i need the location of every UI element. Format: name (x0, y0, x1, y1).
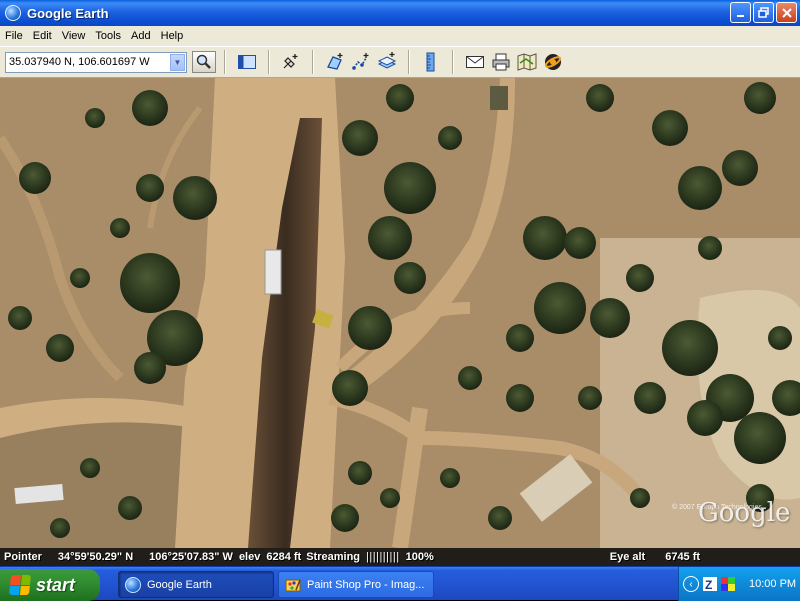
color-tray-icon[interactable] (721, 577, 735, 591)
menu-view[interactable]: View (57, 30, 91, 42)
ruler-icon (426, 52, 435, 72)
taskbar-google-earth-label: Google Earth (147, 578, 212, 591)
toolbar-separator (268, 50, 270, 74)
menu-tools[interactable]: Tools (90, 30, 126, 42)
status-bar: Pointer 34°59'50.29" N 106°25'07.83" W e… (0, 548, 800, 566)
show-hidden-icons-button[interactable]: ‹ (683, 576, 699, 592)
streaming-progress: |||||||||| (366, 551, 400, 563)
menu-edit[interactable]: Edit (28, 30, 57, 42)
system-tray: ‹ Z 10:00 PM (678, 567, 800, 601)
image-overlay-icon (377, 52, 397, 69)
print-icon (492, 53, 510, 71)
google-logo: Google (698, 498, 791, 528)
google-earth-icon (125, 576, 141, 593)
sky-icon (544, 54, 562, 70)
taskbar-google-earth[interactable]: Google Earth (118, 571, 274, 598)
email-button[interactable] (465, 52, 485, 72)
satellite-imagery[interactable] (0, 78, 800, 548)
minimize-icon (736, 14, 744, 17)
elevation-value: 6284 ft (266, 551, 302, 563)
svg-text:Z: Z (705, 578, 712, 591)
placemark-icon (283, 54, 298, 69)
add-placemark-button[interactable] (281, 52, 301, 72)
eye-altitude-label: Eye alt (609, 551, 646, 563)
sidebar-toggle-button[interactable] (237, 52, 257, 72)
toolbar-separator (408, 50, 410, 74)
polygon-icon (327, 53, 343, 70)
taskbar: start Google Earth Paint Shop Pro - Imag… (0, 566, 800, 601)
location-search-input[interactable]: 35.037940 N, 106.601697 W ▼ (5, 51, 187, 73)
add-path-button[interactable] (351, 52, 371, 72)
toolbar-separator (312, 50, 314, 74)
zonealarm-icon[interactable]: Z (703, 577, 717, 591)
google-earth-icon (5, 5, 21, 21)
add-image-overlay-button[interactable] (377, 52, 397, 72)
sidebar-icon (238, 55, 256, 69)
close-icon (781, 7, 792, 18)
window-title: Google Earth (27, 5, 109, 21)
menu-help[interactable]: Help (156, 30, 189, 42)
minimize-button[interactable] (730, 2, 751, 23)
elevation-label: elev (238, 551, 261, 563)
streaming-percent: 100% (405, 551, 434, 563)
maximize-button[interactable] (753, 2, 774, 23)
start-label: start (36, 574, 76, 595)
toolbar-separator (452, 50, 454, 74)
menu-bar: File Edit View Tools Add Help (0, 26, 800, 46)
menu-add[interactable]: Add (126, 30, 156, 42)
location-search-value: 35.037940 N, 106.601697 W (9, 56, 150, 68)
sky-button[interactable] (543, 52, 563, 72)
menu-file[interactable]: File (0, 30, 28, 42)
taskbar-paint-shop-pro[interactable]: Paint Shop Pro - Imag... (278, 571, 434, 598)
search-icon (196, 54, 211, 69)
pointer-label: Pointer (4, 551, 42, 563)
maps-icon (517, 53, 537, 71)
windows-logo-icon (8, 575, 32, 595)
taskbar-paint-shop-pro-label: Paint Shop Pro - Imag... (307, 578, 425, 591)
search-button[interactable] (192, 51, 216, 73)
toolbar-separator (224, 50, 226, 74)
pointer-latitude: 34°59'50.29" N (57, 551, 134, 563)
pointer-longitude: 106°25'07.83" W (149, 551, 233, 563)
streaming-label: Streaming (306, 551, 361, 563)
path-icon (352, 53, 369, 70)
paint-shop-pro-icon (285, 579, 301, 591)
start-button[interactable]: start (0, 569, 100, 601)
satellite-map-view[interactable]: © 2007 Europa Technologies Google (0, 78, 800, 548)
dropdown-arrow-icon[interactable]: ▼ (170, 53, 185, 71)
add-polygon-button[interactable] (325, 52, 345, 72)
eye-altitude-value: 6745 ft (665, 551, 701, 563)
title-bar[interactable]: Google Earth (0, 0, 800, 26)
email-icon (466, 56, 484, 68)
restore-icon (758, 7, 769, 18)
google-maps-button[interactable] (517, 52, 537, 72)
print-button[interactable] (491, 52, 511, 72)
ruler-button[interactable] (421, 52, 441, 72)
clock[interactable]: 10:00 PM (749, 578, 796, 590)
toolbar: 35.037940 N, 106.601697 W ▼ (0, 46, 800, 78)
close-button[interactable] (776, 2, 797, 23)
